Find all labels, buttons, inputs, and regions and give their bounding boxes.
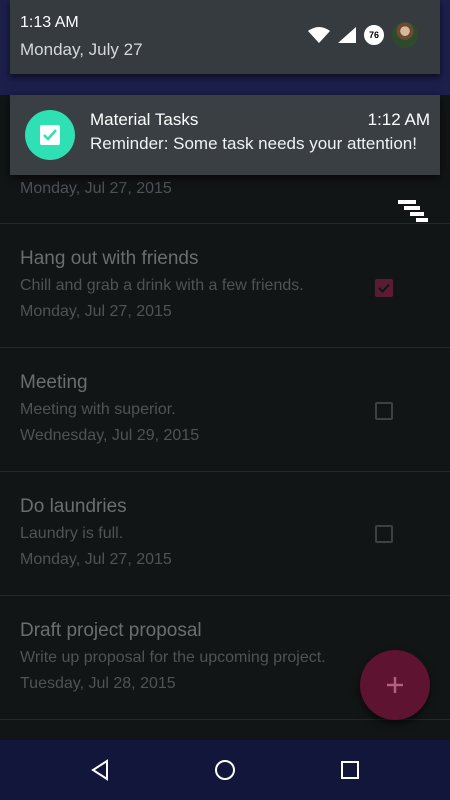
task-checkbox[interactable]	[375, 279, 393, 297]
task-title: Hang out with friends	[20, 248, 199, 269]
task-checkbox[interactable]	[375, 525, 393, 543]
checkbox-icon	[40, 125, 60, 145]
task-date: Monday, Jul 27, 2015	[20, 303, 172, 320]
status-icons: 76	[308, 22, 418, 48]
list-item[interactable]: Do laundries Laundry is full. Monday, Ju…	[0, 472, 450, 595]
status-date: Monday, July 27	[20, 40, 143, 59]
notification-app-name: Material Tasks	[90, 110, 199, 129]
notification-text: Reminder: Some task needs your attention…	[90, 134, 417, 153]
status-time: 1:13 AM	[20, 14, 79, 31]
task-description: Laundry is full.	[20, 525, 124, 542]
task-date: Monday, Jul 27, 2015	[20, 551, 172, 568]
add-task-button[interactable]	[360, 650, 430, 720]
battery-icon: 76	[364, 25, 384, 45]
recents-button[interactable]	[330, 752, 370, 788]
wifi-icon	[308, 27, 330, 43]
task-description: Write up proposal for the upcoming proje…	[20, 649, 326, 666]
notification-time: 1:12 AM	[367, 110, 430, 129]
back-button[interactable]	[80, 752, 120, 788]
task-date: Wednesday, Jul 29, 2015	[20, 427, 200, 444]
navigation-bar	[0, 740, 450, 800]
task-list: Monday, Jul 27, 2015 Hang out with frien…	[0, 95, 450, 740]
cell-signal-icon	[338, 27, 356, 43]
task-title: Draft project proposal	[20, 620, 202, 641]
recents-icon	[341, 761, 359, 779]
task-title: Meeting	[20, 372, 88, 393]
list-item[interactable]: Meeting Meeting with superior. Wednesday…	[0, 348, 450, 471]
home-icon	[215, 760, 235, 780]
home-button[interactable]	[205, 752, 245, 788]
app-icon	[25, 110, 75, 160]
avatar[interactable]	[392, 22, 418, 48]
task-description: Meeting with superior.	[20, 401, 176, 418]
list-item[interactable]: Hang out with friends Chill and grab a d…	[0, 224, 450, 347]
checkmark-icon	[378, 283, 390, 293]
task-date: Tuesday, Jul 28, 2015	[20, 675, 176, 692]
notification-card[interactable]: Material Tasks 1:12 AM Reminder: Some ta…	[10, 95, 440, 175]
task-title: Do laundries	[20, 496, 127, 517]
sort-icon[interactable]	[398, 200, 430, 222]
task-description: Chill and grab a drink with a few friend…	[20, 277, 304, 294]
task-date: Monday, Jul 27, 2015	[20, 180, 172, 197]
back-icon	[91, 759, 108, 781]
divider	[0, 719, 450, 720]
plus-icon	[387, 677, 403, 693]
task-checkbox[interactable]	[375, 402, 393, 420]
